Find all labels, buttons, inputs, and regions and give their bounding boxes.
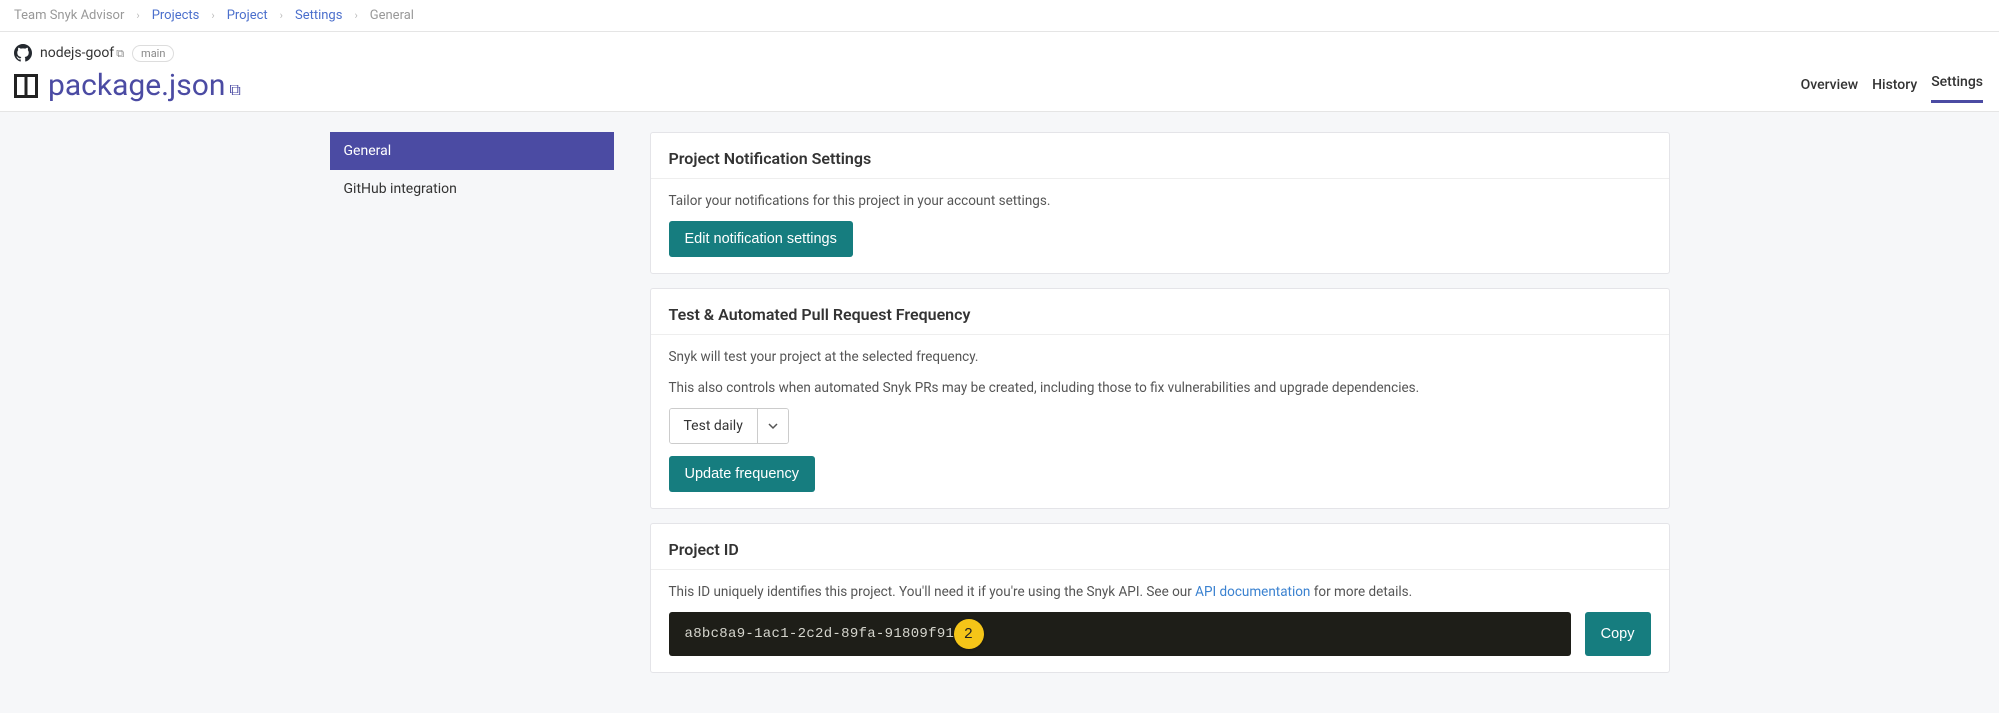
tab-settings[interactable]: Settings <box>1931 74 1983 103</box>
api-documentation-link[interactable]: API documentation <box>1195 584 1310 600</box>
annotation-marker-2: 2 <box>954 619 984 649</box>
panel-title: Test & Automated Pull Request Frequency <box>669 305 1651 324</box>
content: General GitHub integration Project Notif… <box>0 112 1999 713</box>
panel-test-frequency: Test & Automated Pull Request Frequency … <box>650 288 1670 509</box>
breadcrumb-team[interactable]: Team Snyk Advisor <box>14 8 124 23</box>
page-title[interactable]: package.json⧉ <box>48 68 241 103</box>
sidenav-item-github[interactable]: GitHub integration <box>330 170 614 208</box>
page-header: nodejs-goof⧉ main package.json⧉ Overview… <box>0 32 1999 103</box>
repo-name[interactable]: nodejs-goof⧉ <box>40 45 124 61</box>
edit-notification-settings-button[interactable]: Edit notification settings <box>669 221 853 257</box>
copy-button[interactable]: Copy <box>1585 612 1651 656</box>
branch-pill: main <box>132 45 174 62</box>
panel-project-id: Project ID This ID uniquely identifies t… <box>650 523 1670 673</box>
breadcrumb-project[interactable]: Project <box>227 8 268 23</box>
breadcrumb-general: General <box>370 8 414 23</box>
sidenav-item-general[interactable]: General <box>330 132 614 170</box>
chevron-right-icon: › <box>136 9 139 22</box>
external-link-icon: ⧉ <box>229 80 240 99</box>
chevron-right-icon: › <box>280 9 283 22</box>
chevron-down-icon <box>757 409 788 443</box>
tab-history[interactable]: History <box>1872 77 1917 103</box>
chevron-right-icon: › <box>211 9 214 22</box>
frequency-select[interactable]: Test daily <box>669 408 789 444</box>
update-frequency-button[interactable]: Update frequency <box>669 456 815 492</box>
panel-description: Snyk will test your project at the selec… <box>669 347 1651 367</box>
side-nav: General GitHub integration <box>330 132 614 673</box>
external-link-icon: ⧉ <box>116 47 124 60</box>
breadcrumb-settings[interactable]: Settings <box>295 8 342 23</box>
panel-description: This also controls when automated Snyk P… <box>669 378 1651 398</box>
panel-description: Tailor your notifications for this proje… <box>669 191 1651 211</box>
project-id-value[interactable]: a8bc8a9-1ac1-2c2d-89fa-91809f915ba 2 <box>669 612 1571 656</box>
panel-title: Project ID <box>669 540 1651 559</box>
breadcrumb: Team Snyk Advisor › Projects › Project ›… <box>0 0 1999 32</box>
frequency-select-value: Test daily <box>670 409 757 443</box>
tab-overview[interactable]: Overview <box>1801 77 1858 103</box>
chevron-right-icon: › <box>354 9 357 22</box>
panel-notification-settings: Project Notification Settings Tailor you… <box>650 132 1670 274</box>
npm-icon <box>14 74 38 98</box>
breadcrumb-projects[interactable]: Projects <box>152 8 200 23</box>
tabs: Overview History Settings <box>1801 74 1983 103</box>
github-icon <box>14 44 32 62</box>
panel-title: Project Notification Settings <box>669 149 1651 168</box>
panel-description: This ID uniquely identifies this project… <box>669 582 1651 602</box>
